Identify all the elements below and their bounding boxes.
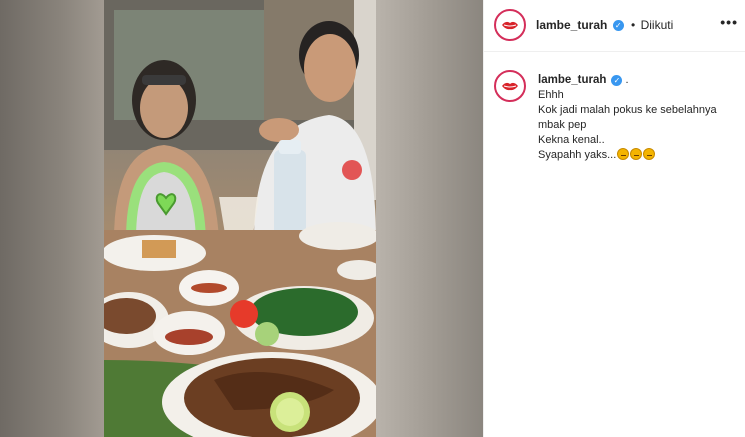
- caption-line: mbak pep: [538, 119, 587, 131]
- follow-separator: •: [631, 18, 636, 32]
- thinking-face-emoji-icon: [630, 148, 643, 160]
- thinking-face-emoji-icon: [643, 148, 656, 160]
- follow-state-button[interactable]: Diikuti: [641, 18, 674, 32]
- caption-line: Kekna kenal..: [538, 134, 605, 146]
- thinking-face-emoji-icon: [617, 148, 630, 160]
- caption-line: Kok jadi malah pokus ke sebelahnya: [538, 104, 717, 116]
- caption-author-line: lambe_turah ✓ .: [538, 73, 738, 88]
- post-side-panel: lambe_turah ✓ • Diikuti ••• lambe_turah …: [483, 0, 745, 437]
- more-options-icon[interactable]: •••: [720, 14, 738, 30]
- verified-badge-icon: ✓: [611, 74, 623, 86]
- author-username[interactable]: lambe_turah: [536, 18, 607, 32]
- media-blur-left: [0, 0, 104, 437]
- post-media[interactable]: [0, 0, 483, 437]
- caption-last-line: Syapahh yaks...: [538, 148, 738, 163]
- header-name-row: lambe_turah ✓ • Diikuti: [536, 18, 673, 32]
- caption-line: Syapahh yaks...: [538, 149, 617, 161]
- verified-badge-icon: ✓: [612, 20, 624, 32]
- lips-logo-icon: [502, 21, 518, 30]
- media-blur-right: [376, 0, 483, 437]
- post-header: lambe_turah ✓ • Diikuti •••: [484, 0, 745, 52]
- author-avatar[interactable]: [494, 9, 526, 41]
- caption-author-avatar[interactable]: [494, 70, 526, 102]
- caption-name-suffix: .: [625, 74, 629, 86]
- caption-text: lambe_turah ✓ . Ehhh Kok jadi malah poku…: [538, 73, 738, 163]
- caption-line: Ehhh: [538, 89, 564, 101]
- caption-username[interactable]: lambe_turah: [538, 74, 606, 86]
- video-frame-illustration: [104, 0, 376, 437]
- post-video[interactable]: [104, 0, 376, 437]
- lips-logo-icon: [502, 82, 518, 91]
